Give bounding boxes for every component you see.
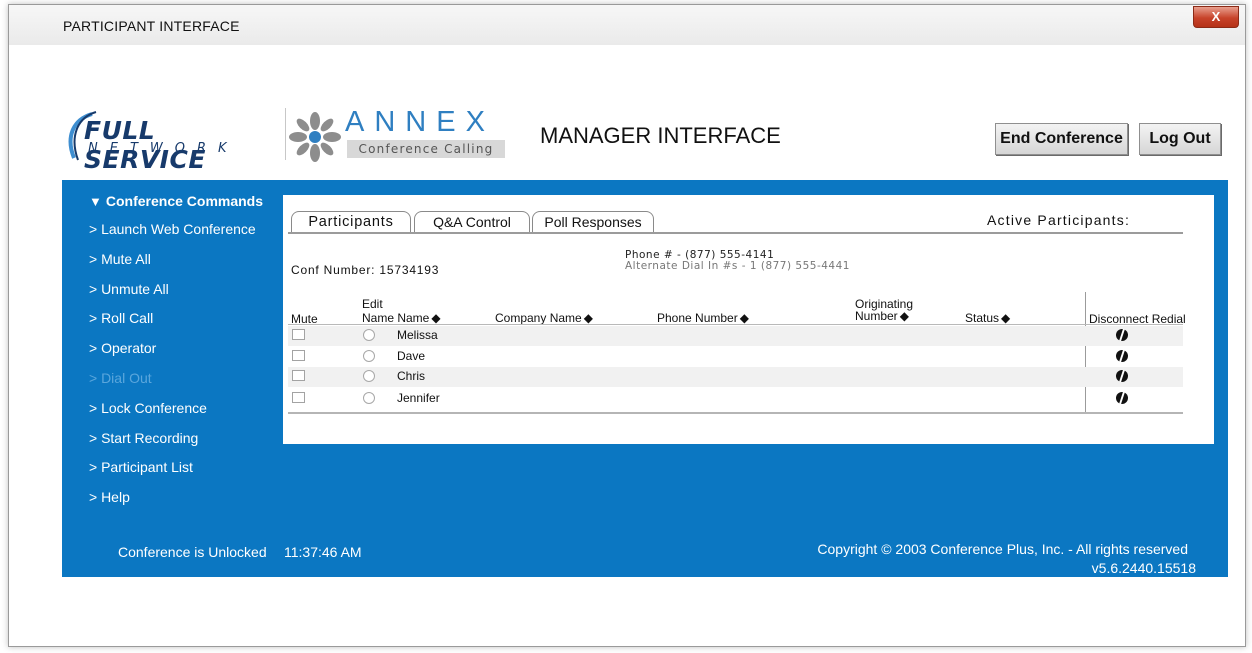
alternate-dial-in: Alternate Dial In #s - 1 (877) 555-4441 <box>625 260 850 272</box>
col-status-label: Status <box>965 311 1000 325</box>
sidebar-item[interactable]: > Start Recording <box>89 430 198 446</box>
edit-name-radio[interactable] <box>363 370 375 382</box>
sidebar-item[interactable]: > Operator <box>89 340 156 356</box>
tab-poll-responses[interactable]: Poll Responses <box>532 211 654 233</box>
table-row: Jennifer <box>288 389 1183 409</box>
full-service-network-logo: FULL SERVICE NETWORK <box>62 108 280 174</box>
page-title: MANAGER INTERFACE <box>540 123 781 148</box>
col-company-label: Company Name <box>495 311 582 325</box>
main-panel: ▼ Conference Commands > Launch Web Confer… <box>62 180 1228 577</box>
col-name-label: Name Name <box>362 311 430 325</box>
up-down-arrows-icon[interactable]: ◆ <box>584 312 593 324</box>
conference-lock-status: Conference is Unlocked <box>118 544 267 560</box>
disconnect-icon[interactable] <box>1116 370 1128 382</box>
participants-panel: Participants Q&A Control Poll Responses … <box>283 195 1214 444</box>
header-rule <box>288 324 1183 325</box>
end-conference-button[interactable]: End Conference <box>995 123 1128 155</box>
col-originating-label: Number <box>855 309 898 323</box>
col-edit: Edit <box>362 297 383 311</box>
sidebar-item[interactable]: > Mute All <box>89 251 151 267</box>
mute-checkbox[interactable] <box>292 392 305 403</box>
col-phone[interactable]: Phone Number ◆ <box>657 312 749 324</box>
col-originating[interactable]: Number ◆ <box>855 310 909 322</box>
window-title: PARTICIPANT INTERFACE <box>63 18 240 34</box>
table-bottom-rule <box>288 412 1183 414</box>
annex-logo: ANNEX Conference Calling <box>289 106 511 162</box>
up-down-arrows-icon[interactable]: ◆ <box>431 312 440 324</box>
disconnect-icon[interactable] <box>1116 329 1128 341</box>
disconnect-icon[interactable] <box>1116 350 1128 362</box>
annex-wordmark: ANNEX <box>345 106 495 138</box>
logo-divider <box>285 108 286 160</box>
sidebar-item: > Dial Out <box>89 370 152 386</box>
sidebar-item[interactable]: > Launch Web Conference <box>89 221 256 237</box>
mute-checkbox[interactable] <box>292 329 305 340</box>
up-down-arrows-icon[interactable]: ◆ <box>900 310 909 322</box>
version: v5.6.2440.15518 <box>1091 560 1196 576</box>
tab-underline <box>288 232 1183 234</box>
annex-subtitle: Conference Calling <box>347 140 505 158</box>
participant-name: Jennifer <box>397 391 440 405</box>
active-participants-label: Active Participants: <box>987 212 1131 228</box>
title-bar: PARTICIPANT INTERFACE X <box>9 5 1245 45</box>
sidebar-heading[interactable]: ▼ Conference Commands <box>89 193 263 209</box>
edit-name-radio[interactable] <box>363 350 375 362</box>
sidebar-item[interactable]: > Unmute All <box>89 281 169 297</box>
participant-name: Chris <box>397 369 426 383</box>
conf-number: Conf Number: 15734193 <box>291 263 440 277</box>
participant-name: Dave <box>397 349 426 363</box>
copyright: Copyright © 2003 Conference Plus, Inc. -… <box>817 541 1188 557</box>
col-phone-label: Phone Number <box>657 311 738 325</box>
mute-checkbox[interactable] <box>292 370 305 381</box>
up-down-arrows-icon[interactable]: ◆ <box>1001 312 1010 324</box>
close-icon[interactable]: X <box>1212 9 1221 24</box>
tab-qa-control[interactable]: Q&A Control <box>414 211 530 233</box>
up-down-arrows-icon[interactable]: ◆ <box>740 312 749 324</box>
close-button[interactable]: X <box>1193 6 1239 28</box>
sidebar-item[interactable]: > Help <box>89 489 130 505</box>
logo-line-2: NETWORK <box>88 141 239 156</box>
triangle-down-icon: ▼ <box>89 194 102 209</box>
table-row: Dave <box>288 347 1183 367</box>
col-name[interactable]: Name Name ◆ <box>362 312 441 324</box>
edit-name-radio[interactable] <box>363 329 375 341</box>
disconnect-icon[interactable] <box>1116 392 1128 404</box>
table-row: Melissa <box>288 326 1183 346</box>
edit-name-radio[interactable] <box>363 392 375 404</box>
log-out-button[interactable]: Log Out <box>1139 123 1221 155</box>
participant-name: Melissa <box>397 328 438 342</box>
sidebar-item[interactable]: > Roll Call <box>89 310 153 326</box>
col-status[interactable]: Status ◆ <box>965 312 1010 324</box>
sidebar-item[interactable]: > Lock Conference <box>89 400 207 416</box>
col-company[interactable]: Company Name ◆ <box>495 312 593 324</box>
annex-flower-icon <box>289 112 341 162</box>
clock: 11:37:46 AM <box>284 544 362 560</box>
table-row: Chris <box>288 367 1183 387</box>
tab-participants[interactable]: Participants <box>291 211 411 233</box>
sidebar-heading-label: Conference Commands <box>105 193 264 209</box>
mute-checkbox[interactable] <box>292 350 305 361</box>
sidebar-item[interactable]: > Participant List <box>89 459 193 475</box>
